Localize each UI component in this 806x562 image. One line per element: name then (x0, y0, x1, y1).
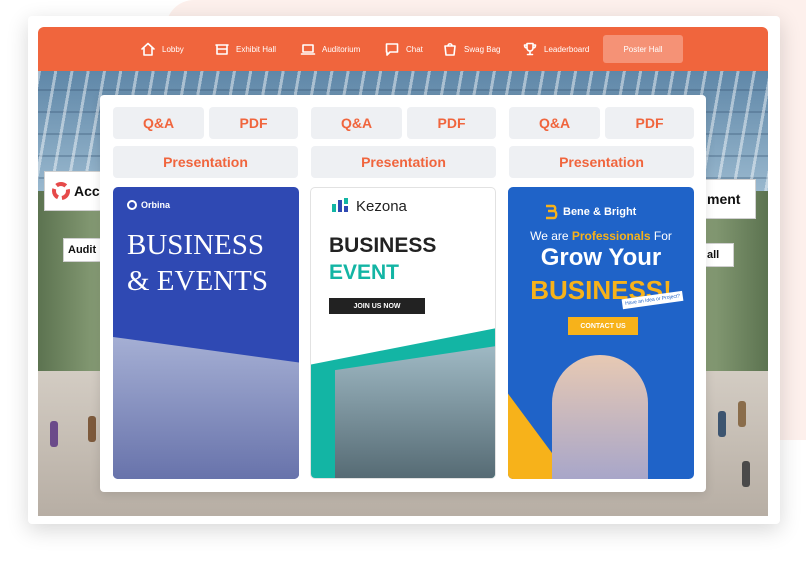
home-icon (141, 42, 155, 56)
poster-title-line2: EVENT (329, 261, 400, 284)
orbina-logo-icon (127, 200, 137, 210)
attendee-figure (742, 461, 750, 487)
nav-item-leaderboard[interactable]: Leaderboard (522, 27, 589, 71)
poster-title-line1: BUSINESS (127, 229, 264, 261)
kezona-brand-text: Kezona (356, 197, 407, 215)
join-us-now-badge: JOIN US NOW (329, 298, 425, 314)
qa-button-label: Q&A (142, 115, 175, 131)
presentation-button-label: Presentation (163, 154, 248, 170)
attendee-figure (718, 411, 726, 437)
pdf-button-label: PDF (239, 115, 268, 131)
venue-sign-left-text: Acc (74, 183, 100, 199)
pdf-button-label: PDF (437, 115, 466, 131)
poster-tagline: We are Professionals For (508, 229, 694, 243)
bene-bright-logo-icon (546, 204, 558, 220)
presentation-button[interactable]: Presentation (509, 146, 694, 178)
monitor-icon (300, 44, 316, 55)
nav-item-chat[interactable]: Chat (384, 27, 423, 71)
bene-bright-brand: Bene & Bright (544, 204, 636, 220)
pdf-button[interactable]: PDF (209, 107, 298, 139)
nav-label-chat: Chat (406, 44, 423, 54)
poster-photo-woman (113, 337, 299, 479)
venue-sign-right: ment (704, 179, 756, 219)
qa-button[interactable]: Q&A (311, 107, 402, 139)
accent-logo-icon (52, 182, 70, 200)
venue-sign-left: Acc (44, 171, 108, 211)
poster-photo-woman-pointing (552, 355, 648, 479)
nav-item-exhibit-hall[interactable]: Exhibit Hall (214, 27, 276, 71)
poster-orbina[interactable]: Orbina BUSINESS & EVENTS (113, 187, 299, 479)
kezona-brand: Kezona (331, 197, 407, 215)
nav-item-lobby[interactable]: Lobby (140, 27, 184, 71)
venue-sign-right-text: ment (707, 191, 741, 207)
poster-title-line2: & EVENTS (127, 265, 268, 297)
poster-bene-bright[interactable]: Bene & Bright We are Professionals For G… (508, 187, 694, 479)
poster-title-line1: BUSINESS (329, 234, 437, 257)
venue-sign-right-sub-text: all (707, 249, 720, 261)
attendee-figure (738, 401, 746, 427)
presentation-button-label: Presentation (361, 154, 446, 170)
attendee-figure (88, 416, 96, 442)
presentation-button[interactable]: Presentation (311, 146, 496, 178)
chat-icon (385, 43, 399, 56)
pdf-button[interactable]: PDF (407, 107, 496, 139)
qa-button-label: Q&A (538, 115, 571, 131)
venue-sign-right-sub: all (704, 243, 734, 267)
presentation-button-label: Presentation (559, 154, 644, 170)
poster-kezona[interactable]: Kezona BUSINESS EVENT JOIN US NOW (310, 187, 496, 479)
tagline-pre: We are (530, 229, 572, 243)
trophy-icon (523, 42, 537, 56)
nav-item-auditorium[interactable]: Auditorium (300, 27, 360, 71)
qa-button[interactable]: Q&A (509, 107, 600, 139)
kezona-logo-icon (332, 198, 348, 212)
tagline-highlight: Professionals (571, 229, 651, 243)
nav-label-auditorium: Auditorium (322, 44, 361, 54)
pdf-button[interactable]: PDF (605, 107, 694, 139)
nav-label-poster-hall: Poster Hall (623, 44, 663, 54)
nav-item-swag-bag[interactable]: Swag Bag (442, 27, 500, 71)
nav-item-poster-hall[interactable]: Poster Hall (603, 35, 683, 63)
qa-button[interactable]: Q&A (113, 107, 204, 139)
booth-icon (215, 44, 229, 55)
venue-sign-left-sub-text: Audit (68, 244, 97, 256)
attendee-figure (50, 421, 58, 447)
app-screenshot: Acc Audit ment all Lobby Exhibit Hall Au… (0, 0, 806, 562)
poster-title-line1: Grow Your (540, 244, 662, 271)
orbina-brand: Orbina (127, 200, 170, 210)
orbina-brand-text: Orbina (141, 200, 171, 210)
bene-bright-brand-text: Bene & Bright (563, 206, 637, 218)
pdf-button-label: PDF (635, 115, 664, 131)
presentation-button[interactable]: Presentation (113, 146, 298, 178)
qa-button-label: Q&A (340, 115, 373, 131)
nav-label-exhibit-hall: Exhibit Hall (236, 44, 277, 54)
nav-label-lobby: Lobby (162, 44, 184, 54)
nav-label-swag-bag: Swag Bag (464, 44, 501, 54)
contact-us-badge: CONTACT US (568, 317, 638, 335)
tagline-post: For (650, 229, 672, 243)
bag-icon (444, 42, 456, 56)
nav-label-leaderboard: Leaderboard (544, 44, 590, 54)
venue-sign-left-sub: Audit (63, 238, 103, 262)
top-navigation-bar: Lobby Exhibit Hall Auditorium Chat Swag … (38, 27, 768, 71)
